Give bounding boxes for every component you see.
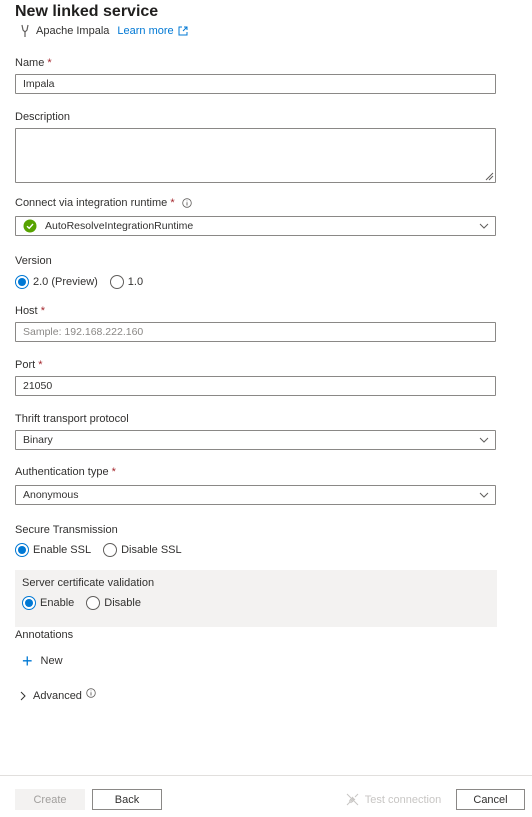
chevron-down-icon [479,437,489,443]
info-icon[interactable] [86,688,96,698]
runtime-select[interactable]: AutoResolveIntegrationRuntime [15,216,496,236]
version-label: Version [15,255,52,267]
enable-ssl-option[interactable]: Enable SSL [15,543,91,557]
runtime-value: AutoResolveIntegrationRuntime [45,220,194,232]
disable-ssl-option[interactable]: Disable SSL [103,543,182,557]
secure-option-label: Disable SSL [121,544,182,556]
info-icon[interactable] [181,198,192,208]
cert-enable-option[interactable]: Enable [22,596,74,610]
required-marker: * [111,466,116,478]
new-label: New [40,655,63,667]
thrift-value: Binary [23,434,53,446]
description-textarea[interactable] [15,128,496,183]
annotations-label: Annotations [15,629,74,641]
version-option-1[interactable]: 1.0 [109,275,144,289]
version-option-label: 1.0 [127,276,144,288]
plus-icon: + [22,651,33,671]
description-label: Description [15,111,71,123]
port-input[interactable]: 21050 [15,376,496,396]
required-marker: * [38,359,43,371]
name-label: Name * [15,57,52,69]
required-marker: * [40,305,45,317]
page-title: New linked service [15,3,159,20]
host-input[interactable]: Sample: 192.168.222.160 [15,322,496,342]
thrift-select[interactable]: Binary [15,430,496,450]
cert-label: Server certificate validation [22,577,155,589]
footer-divider [0,775,532,776]
check-circle-icon [23,219,37,233]
secure-option-label: Enable SSL [33,544,92,556]
secure-radio-group: Enable SSL Disable SSL [15,543,194,557]
test-connection-label: Test connection [364,793,442,806]
chevron-right-icon [20,691,26,701]
cert-disable-option[interactable]: Disable [86,596,141,610]
required-marker: * [170,197,175,209]
connector-name: Apache Impala [36,25,110,37]
back-button[interactable]: Back [92,789,162,810]
radio-unselected[interactable] [103,543,118,557]
learn-more-link[interactable]: Learn more [117,25,173,37]
name-input[interactable]: Impala [15,74,496,94]
thrift-label: Thrift transport protocol [15,413,129,425]
radio-selected[interactable] [22,596,36,610]
external-link-icon[interactable] [178,26,188,36]
radio-unselected[interactable] [109,275,124,289]
cert-radio-group: Enable Disable [22,596,153,610]
required-marker: * [47,57,52,69]
host-label: Host * [15,305,45,317]
new-annotation-button[interactable]: + New [22,651,63,671]
radio-unselected[interactable] [86,596,101,610]
version-option-label: 2.0 (Preview) [33,276,98,288]
resize-handle-icon[interactable] [484,171,494,181]
connector-subtitle: Apache Impala Learn more [20,24,188,38]
chevron-down-icon [479,492,489,498]
advanced-label: Advanced [33,690,82,702]
plug-icon [346,793,359,806]
test-connection-button[interactable]: Test connection [341,789,446,810]
radio-selected[interactable] [15,543,29,557]
auth-value: Anonymous [23,489,79,501]
auth-select[interactable]: Anonymous [15,485,496,505]
cert-option-label: Disable [104,597,141,609]
cancel-button[interactable]: Cancel [456,789,525,810]
runtime-label: Connect via integration runtime * [15,197,192,209]
version-option-2[interactable]: 2.0 (Preview) [15,275,98,289]
create-button[interactable]: Create [15,789,85,810]
port-label: Port * [15,359,43,371]
radio-selected[interactable] [15,275,29,289]
secure-label: Secure Transmission [15,524,118,536]
cert-option-label: Enable [40,597,75,609]
auth-label: Authentication type * [15,466,116,478]
impala-icon [21,24,29,37]
advanced-toggle[interactable]: Advanced [18,688,96,702]
chevron-down-icon [479,223,489,229]
version-radio-group: 2.0 (Preview) 1.0 [15,275,155,289]
